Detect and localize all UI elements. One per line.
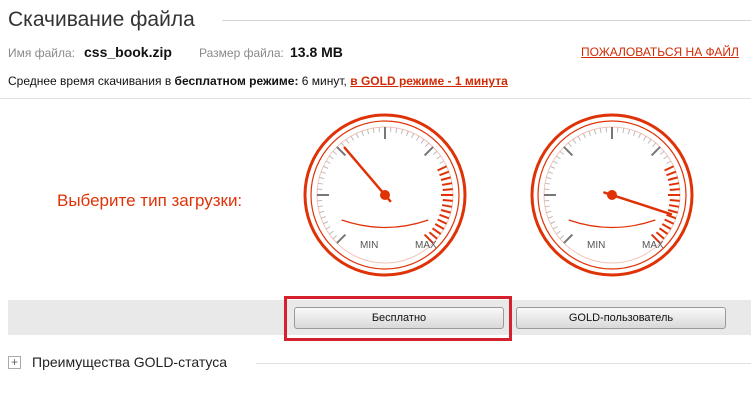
gauge-max-label: MAX <box>642 240 664 251</box>
gold-speed-gauge: MIN MAX <box>530 113 694 277</box>
gauge-min-label: MIN <box>360 240 378 251</box>
file-size-label: Размер файла: <box>199 46 284 60</box>
choose-download-type-label: Выберите тип загрузки: <box>57 191 243 210</box>
page-title: Скачивание файла <box>8 8 195 31</box>
free-speed-gauge: MIN MAX <box>303 113 467 277</box>
avg-free-mode: бесплатном режиме: <box>174 74 299 88</box>
avg-download-time: Среднее время скачивания в бесплатном ре… <box>8 74 508 88</box>
gauge-min-label: MIN <box>587 240 605 251</box>
avg-free-time: 6 минут, <box>298 74 351 88</box>
gold-advantages-toggle[interactable]: Преимущества GOLD-статуса <box>32 354 227 370</box>
file-name-label: Имя файла: <box>8 46 75 60</box>
expand-icon[interactable]: + <box>8 356 21 369</box>
gold-user-button[interactable]: GOLD-пользователь <box>516 307 726 329</box>
file-size-value: 13.8 MB <box>290 44 343 60</box>
highlight-box <box>284 296 512 341</box>
gold-mode-link[interactable]: в GOLD режиме - 1 минута <box>350 74 508 88</box>
gauge-tick <box>669 199 680 202</box>
gauge-tick <box>442 199 453 202</box>
complain-link[interactable]: ПОЖАЛОВАТЬСЯ НА ФАЙЛ <box>581 45 739 59</box>
gauge-hub <box>380 190 390 200</box>
gauge-tick <box>669 188 680 191</box>
title-divider <box>222 20 751 21</box>
gauge-tick <box>442 188 453 191</box>
gauge-hub <box>607 190 617 200</box>
file-name-value: css_book.zip <box>84 44 172 60</box>
avg-prefix: Среднее время скачивания в <box>8 74 175 88</box>
advantages-divider <box>256 363 751 364</box>
gauge-max-label: MAX <box>415 240 437 251</box>
section-divider <box>0 98 751 99</box>
